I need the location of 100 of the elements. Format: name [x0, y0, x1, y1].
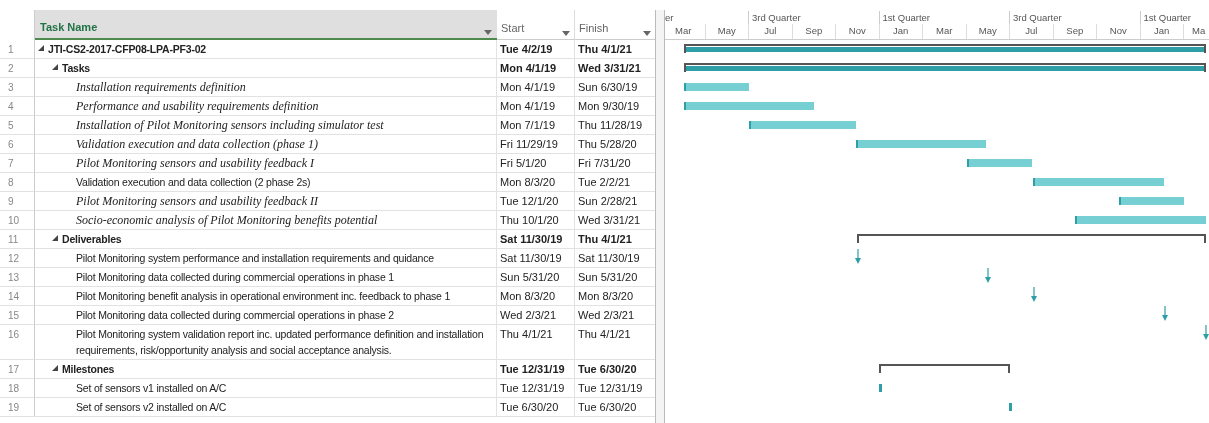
start-date: Tue 6/30/20 [497, 398, 575, 417]
month-label: Mar [936, 24, 953, 38]
finish-date: Thu 11/28/19 [575, 116, 655, 135]
start-date: Wed 2/3/21 [497, 306, 575, 325]
finish-date: Sun 2/28/21 [575, 192, 655, 211]
task-name: Deliverables [62, 232, 122, 247]
task-name: Validation execution and data collection (2 phase 2s) [76, 175, 311, 190]
start-date: Mon 8/3/20 [497, 287, 575, 306]
row-number: 7 [0, 154, 35, 173]
row-number: 13 [0, 268, 35, 287]
start-date: Tue 4/2/19 [497, 40, 575, 59]
quarter-label: 1st Quarter [882, 12, 931, 23]
quarter-label: 1st Quarter [1143, 12, 1192, 23]
finish-date: Mon 9/30/19 [575, 97, 655, 116]
start-date: Mon 8/3/20 [497, 173, 575, 192]
task-name: Pilot Monitoring system performance and installation requirements and quidance [76, 251, 434, 266]
task-name: Pilot Monitoring system validation report inc. updated performance definition and installation requirements, risk/opportunity analysis and social acceptance analysis. [76, 327, 485, 358]
finish-date: Tue 12/31/19 [575, 379, 655, 398]
finish-date: Thu 5/28/20 [575, 135, 655, 154]
start-date: Tue 12/1/20 [497, 192, 575, 211]
finish-date: Wed 3/31/21 [575, 211, 655, 230]
milestone-marker [1009, 403, 1012, 411]
task-name: Performance and usability requirements definition [76, 98, 319, 114]
start-date: Tue 12/31/19 [497, 379, 575, 398]
start-date: Sat 11/30/19 [497, 230, 575, 249]
finish-date: Sun 6/30/19 [575, 78, 655, 97]
quarter-label: er [665, 12, 674, 23]
task-bar [683, 83, 749, 91]
row-number: 6 [0, 135, 35, 154]
row-number: 17 [0, 360, 35, 379]
row-number: 15 [0, 306, 35, 325]
start-date: Tue 12/31/19 [497, 360, 575, 379]
finish-date: Sat 11/30/19 [575, 249, 655, 268]
collapse-toggle-icon[interactable] [38, 45, 44, 51]
deliverable-arrow [853, 249, 862, 265]
task-name: Pilot Monitoring data collected during commercial operations in phase 2 [76, 308, 394, 323]
row-number: 5 [0, 116, 35, 135]
column-header[interactable]: Task Name [35, 10, 497, 40]
task-name: JTI-CS2-2017-CFP08-LPA-PF3-02 [48, 42, 206, 57]
month-label: Sep [805, 24, 823, 38]
quarter-label: 3rd Quarter [752, 12, 801, 23]
month-label: Sep [1066, 24, 1084, 38]
row-number: 11 [0, 230, 35, 249]
task-name: Validation execution and data collection (phase 1) [76, 136, 318, 152]
deliverable-arrow [1029, 287, 1038, 303]
month-label: May [717, 24, 736, 38]
column-header[interactable]: Start [497, 10, 575, 40]
dropdown-icon[interactable] [562, 31, 570, 36]
start-date: Mon 7/1/19 [497, 116, 575, 135]
start-date: Mon 4/1/19 [497, 97, 575, 116]
collapse-toggle-icon[interactable] [52, 235, 58, 241]
row-number: 2 [0, 59, 35, 78]
month-label: Mar [675, 24, 692, 38]
row-number: 9 [0, 192, 35, 211]
row-number: 10 [0, 211, 35, 230]
task-name: Installation requirements definition [76, 79, 246, 95]
task-bar [966, 159, 1032, 167]
finish-date: Tue 2/2/21 [575, 173, 655, 192]
month-label: Jul [1025, 24, 1038, 38]
month-label: May [978, 24, 997, 38]
column-header[interactable]: Finish [575, 10, 655, 40]
row-number: 18 [0, 379, 35, 398]
quarter-label: 3rd Quarter [1013, 12, 1062, 23]
finish-date: Thu 4/1/21 [575, 40, 655, 59]
month-label: Nov [1109, 24, 1127, 38]
finish-date: Tue 6/30/20 [575, 398, 655, 417]
month-label: Jan [893, 24, 909, 38]
finish-date: Thu 4/1/21 [575, 230, 655, 249]
row-number: 1 [0, 40, 35, 59]
month-label: Jan [1154, 24, 1170, 38]
task-name: Pilot Monitoring sensors and usability feedback I [76, 155, 314, 171]
task-name: Pilot Monitoring benefit analysis in operational environment inc. feedback to phase 1 [76, 289, 451, 304]
row-number: 12 [0, 249, 35, 268]
collapse-toggle-icon[interactable] [52, 365, 58, 371]
start-date: Sun 5/31/20 [497, 268, 575, 287]
start-date: Fri 11/29/19 [497, 135, 575, 154]
finish-date: Wed 2/3/21 [575, 306, 655, 325]
task-name: Pilot Monitoring sensors and usability feedback II [76, 193, 318, 209]
month-label: Ma [1192, 24, 1206, 38]
task-name: Tasks [62, 61, 90, 76]
start-date: Fri 5/1/20 [497, 154, 575, 173]
start-date: Mon 4/1/19 [497, 78, 575, 97]
finish-date: Fri 7/31/20 [575, 154, 655, 173]
row-number: 4 [0, 97, 35, 116]
start-date: Thu 10/1/20 [497, 211, 575, 230]
task-bar [1118, 197, 1184, 205]
finish-date: Thu 4/1/21 [575, 325, 655, 360]
dropdown-icon[interactable] [484, 30, 492, 35]
start-date: Sat 11/30/19 [497, 249, 575, 268]
task-name: Installation of Pilot Monitoring sensors including simulator test [76, 117, 384, 133]
task-name: Set of sensors v2 installed on A/C [76, 400, 227, 415]
row-number: 14 [0, 287, 35, 306]
dropdown-icon[interactable] [643, 31, 651, 36]
task-name: Set of sensors v1 installed on A/C [76, 381, 227, 396]
collapse-toggle-icon[interactable] [52, 64, 58, 70]
start-date: Mon 4/1/19 [497, 59, 575, 78]
row-number: 16 [0, 325, 35, 360]
finish-date: Mon 8/3/20 [575, 287, 655, 306]
row-number: 8 [0, 173, 35, 192]
deliverable-arrow [1202, 325, 1209, 341]
